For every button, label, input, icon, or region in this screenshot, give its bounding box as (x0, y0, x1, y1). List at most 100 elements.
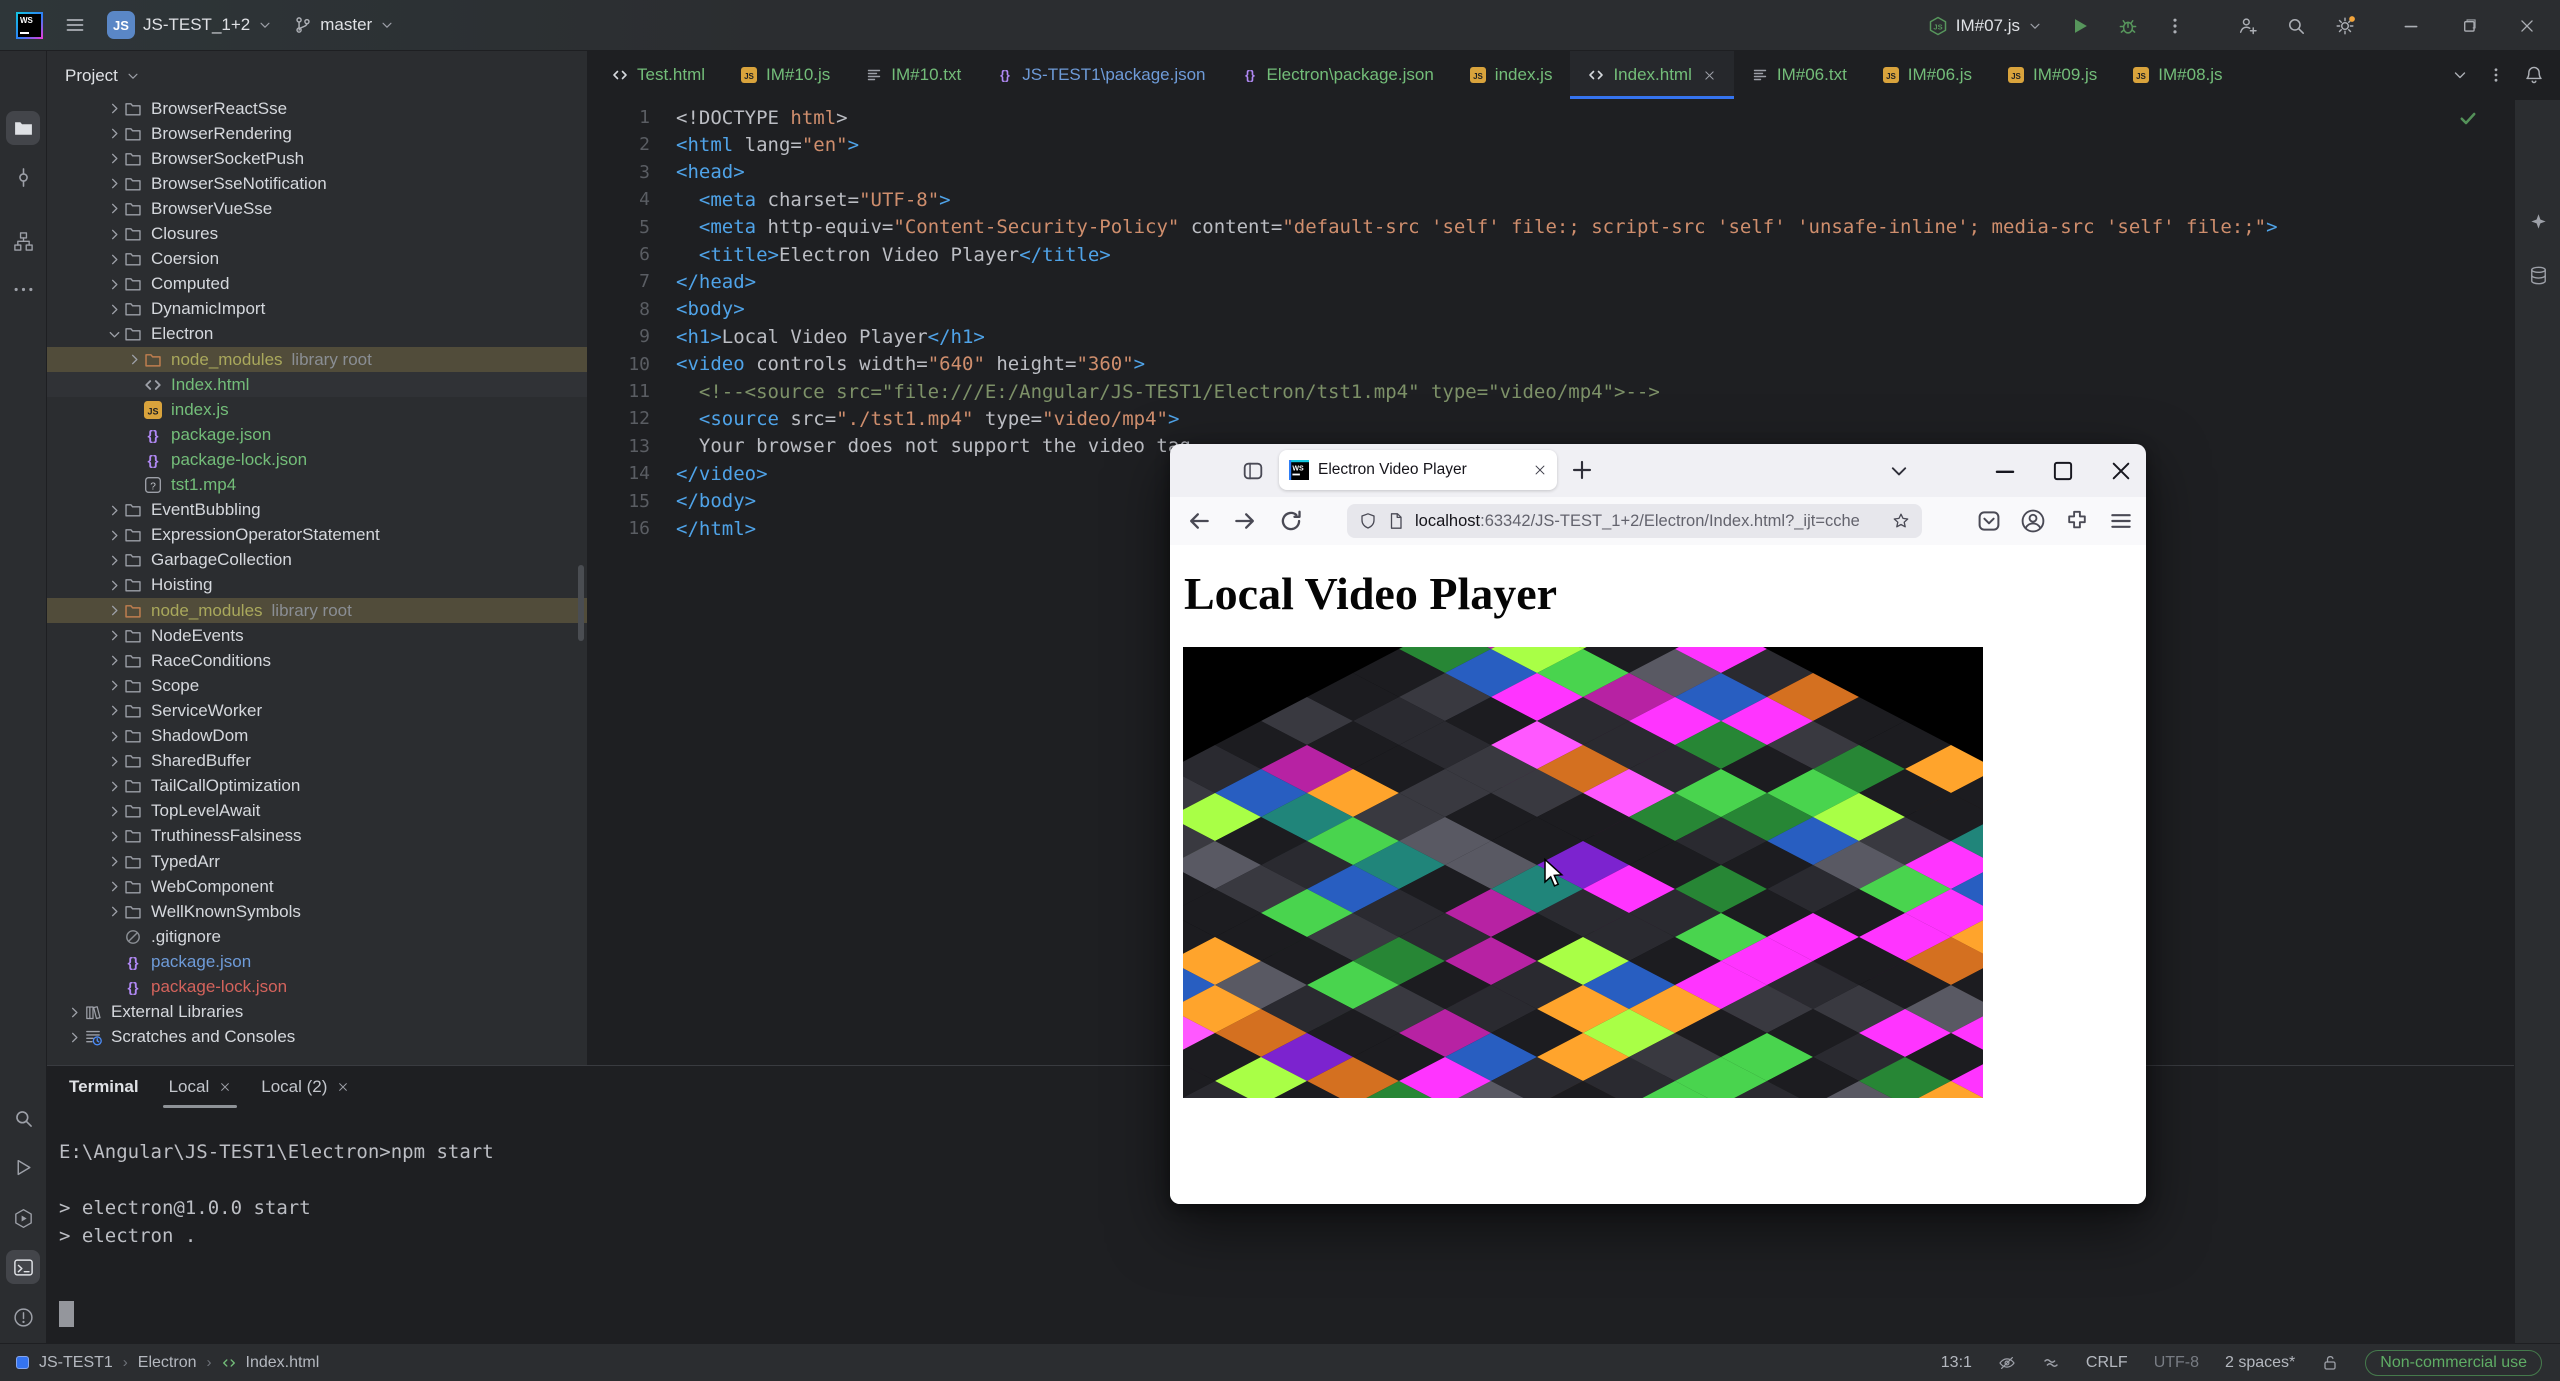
tab-options-icon[interactable] (2488, 67, 2504, 83)
vcs-widget[interactable]: master (294, 15, 394, 35)
chevron-right-icon[interactable] (104, 301, 124, 317)
editor-tab-test-html[interactable]: Test.html (594, 51, 723, 99)
tree-item-package-lock-json[interactable]: {}package-lock.json (47, 447, 587, 472)
tree-item-browserssenotification[interactable]: BrowserSseNotification (47, 171, 587, 196)
breadcrumb-item[interactable]: Index.html (246, 1354, 320, 1372)
tree-item-index-html[interactable]: Index.html (47, 372, 587, 397)
editor-tab-im-10-js[interactable]: JSIM#10.js (723, 51, 848, 99)
add-user-icon[interactable] (2238, 16, 2258, 36)
browser-close-button[interactable] (2108, 458, 2134, 484)
debug-button[interactable] (2118, 16, 2138, 36)
tree-item-tst1-mp4[interactable]: ?tst1.mp4 (47, 473, 587, 498)
chevron-right-icon[interactable] (104, 904, 124, 920)
editor-tab-index-html[interactable]: Index.html (1570, 51, 1733, 99)
tree-item-scope[interactable]: Scope (47, 673, 587, 698)
chevron-right-icon[interactable] (104, 653, 124, 669)
services-tool-button[interactable] (6, 1201, 40, 1235)
breadcrumb-item[interactable]: JS-TEST1 (39, 1354, 113, 1372)
tree-item-package-json[interactable]: {}package.json (47, 422, 587, 447)
editor-tab-js-test1-package-json[interactable]: {}JS-TEST1\package.json (979, 51, 1223, 99)
chevron-right-icon[interactable] (104, 176, 124, 192)
chevron-right-icon[interactable] (104, 603, 124, 619)
close-terminal-tab-icon[interactable] (219, 1081, 231, 1093)
run-configuration-widget[interactable]: JS IM#07.js (1928, 16, 2042, 36)
firefox-view-icon[interactable] (1242, 460, 1264, 482)
problems-tool-button[interactable] (6, 1300, 40, 1334)
tree-item-scratches-and-consoles[interactable]: Scratches and Consoles (47, 1025, 587, 1050)
search-everywhere-icon[interactable] (2286, 16, 2306, 36)
tree-item-browsersocketpush[interactable]: BrowserSocketPush (47, 146, 587, 171)
tree-item-tailcalloptimization[interactable]: TailCallOptimization (47, 774, 587, 799)
site-info-icon[interactable] (1387, 512, 1405, 530)
project-tree-scrollbar[interactable] (578, 565, 584, 641)
editor-tab-im-06-js[interactable]: JSIM#06.js (1865, 51, 1990, 99)
tree-item-dynamicimport[interactable]: DynamicImport (47, 297, 587, 322)
main-menu-icon[interactable] (65, 15, 85, 35)
tree-item-node-modules[interactable]: node_moduleslibrary root (47, 598, 587, 623)
inspections-widget-icon[interactable] (2042, 1354, 2060, 1372)
window-close-button[interactable] (2518, 17, 2536, 35)
editor-tab-im-10-txt[interactable]: IM#10.txt (848, 51, 979, 99)
find-tool-button[interactable] (6, 1101, 40, 1135)
chevron-right-icon[interactable] (104, 276, 124, 292)
editor-tab-im-09-js[interactable]: JSIM#09.js (1990, 51, 2115, 99)
tree-item-typedarr[interactable]: TypedArr (47, 849, 587, 874)
commit-tool-button[interactable] (6, 160, 40, 194)
tree-item--gitignore[interactable]: .gitignore (47, 924, 587, 949)
chevron-right-icon[interactable] (104, 527, 124, 543)
more-actions-icon[interactable] (2166, 17, 2184, 35)
chevron-right-icon[interactable] (104, 126, 124, 142)
chevron-right-icon[interactable] (104, 251, 124, 267)
back-button[interactable] (1186, 508, 1212, 534)
close-tab-icon[interactable] (1533, 463, 1547, 477)
tree-item-computed[interactable]: Computed (47, 272, 587, 297)
tree-item-toplevelawait[interactable]: TopLevelAwait (47, 799, 587, 824)
caret-position[interactable]: 13:1 (1941, 1354, 1972, 1372)
terminal-output[interactable]: E:\Angular\JS-TEST1\Electron>npm start >… (59, 1138, 494, 1250)
chevron-right-icon[interactable] (64, 1029, 84, 1045)
chevron-right-icon[interactable] (104, 101, 124, 117)
chevron-right-icon[interactable] (104, 151, 124, 167)
highlighting-level-icon[interactable] (1998, 1354, 2016, 1372)
tree-item-eventbubbling[interactable]: EventBubbling (47, 498, 587, 523)
editor-tab-im-08-js[interactable]: JSIM#08.js (2115, 51, 2240, 99)
ai-assistant-tool-button[interactable] (2521, 205, 2555, 239)
chevron-right-icon[interactable] (104, 753, 124, 769)
database-tool-button[interactable] (2521, 258, 2555, 292)
extensions-icon[interactable] (2064, 508, 2090, 534)
chevron-right-icon[interactable] (104, 828, 124, 844)
browser-tab[interactable]: WS Electron Video Player (1279, 450, 1557, 490)
chevron-right-icon[interactable] (104, 502, 124, 518)
run-button[interactable] (2070, 16, 2090, 36)
account-icon[interactable] (2020, 508, 2046, 534)
window-maximize-button[interactable] (2460, 17, 2478, 35)
chevron-right-icon[interactable] (104, 678, 124, 694)
project-tool-button[interactable] (6, 111, 40, 145)
app-menu-icon[interactable] (2108, 508, 2134, 534)
chevron-right-icon[interactable] (104, 854, 124, 870)
tree-item-browserreactsse[interactable]: BrowserReactSse (47, 100, 587, 121)
chevron-right-icon[interactable] (124, 352, 144, 368)
tree-item-serviceworker[interactable]: ServiceWorker (47, 698, 587, 723)
video-player[interactable] (1183, 647, 1983, 1098)
tree-item-shadowdom[interactable]: ShadowDom (47, 724, 587, 749)
more-tool-windows-button[interactable] (6, 272, 40, 306)
browser-maximize-button[interactable] (2050, 458, 2076, 484)
tree-item-wellknownsymbols[interactable]: WellKnownSymbols (47, 899, 587, 924)
chevron-right-icon[interactable] (104, 803, 124, 819)
editor-tab-im-06-txt[interactable]: IM#06.txt (1734, 51, 1865, 99)
tree-item-expressionoperatorstatement[interactable]: ExpressionOperatorStatement (47, 523, 587, 548)
close-terminal-tab-icon[interactable] (337, 1081, 349, 1093)
run-tool-button[interactable] (6, 1150, 40, 1184)
project-widget[interactable]: JS JS-TEST_1+2 (107, 11, 272, 39)
tree-item-raceconditions[interactable]: RaceConditions (47, 648, 587, 673)
license-badge[interactable]: Non-commercial use (2365, 1350, 2542, 1376)
tree-item-nodeevents[interactable]: NodeEvents (47, 623, 587, 648)
list-tabs-icon[interactable] (1888, 460, 1910, 482)
tree-item-closures[interactable]: Closures (47, 222, 587, 247)
readonly-lock-icon[interactable] (2321, 1354, 2339, 1372)
settings-gear-icon[interactable] (2334, 15, 2356, 37)
chevron-right-icon[interactable] (104, 226, 124, 242)
tree-item-node-modules[interactable]: node_moduleslibrary root (47, 347, 587, 372)
tree-item-hoisting[interactable]: Hoisting (47, 573, 587, 598)
